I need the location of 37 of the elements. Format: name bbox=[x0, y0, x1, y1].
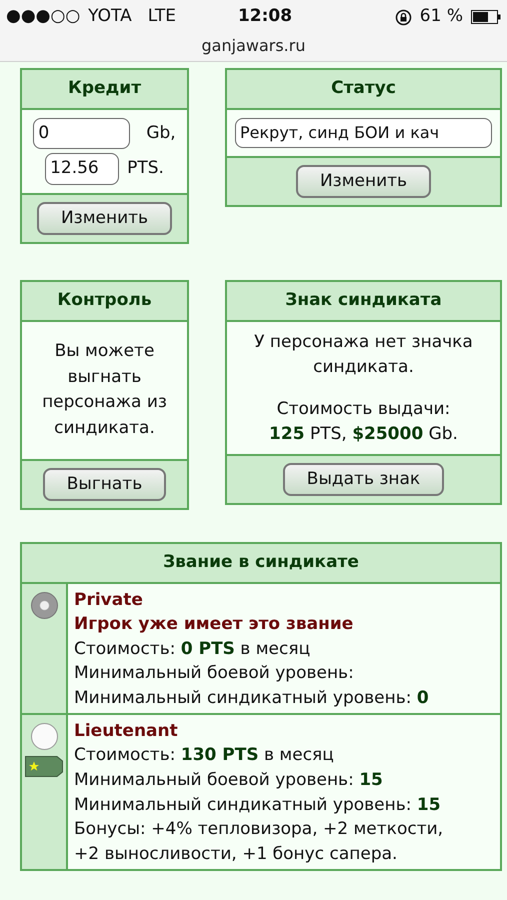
battery-icon bbox=[471, 10, 501, 24]
radio-button[interactable] bbox=[30, 722, 58, 750]
sign-text: У персонажа нет значка синдиката. bbox=[253, 330, 474, 379]
rank-info-text: Минимальный боевой уровень: 15 bbox=[74, 768, 384, 792]
box-title: Знак синдиката bbox=[285, 290, 442, 310]
rank-info-text: Минимальный синдикатный уровень: 15 bbox=[74, 794, 442, 817]
change-button[interactable]: Выдать знак bbox=[282, 462, 444, 496]
rank-name: Private bbox=[74, 588, 144, 612]
rank-note: Игрок уже имеет это звание bbox=[74, 613, 354, 636]
box-title: Статус bbox=[331, 78, 396, 98]
unit-label: Gb, bbox=[146, 122, 176, 144]
change-button[interactable]: Изменить bbox=[296, 164, 432, 198]
url-text: ganjawars.ru bbox=[202, 36, 306, 55]
rank-info-text: Бонусы: +4% тепловизора, +2 меткости, +2 выносливости, +1 бонус сапера. bbox=[74, 818, 444, 866]
unit-label: PTS. bbox=[127, 157, 164, 180]
battery-text: 61 % bbox=[420, 5, 463, 28]
rank-info-text: Стоимость: 130 PTS в месяц bbox=[74, 744, 335, 768]
status-input[interactable]: Рекрут, синд БОИ и кач bbox=[235, 118, 492, 148]
cost-text: 125 PTS, $25000 Gb. bbox=[268, 423, 459, 446]
signal-text: ●●●○○ bbox=[6, 5, 80, 28]
rank-name: Lieutenant bbox=[74, 720, 179, 743]
change-button[interactable]: Изменить bbox=[36, 202, 172, 235]
carrier-text: YOTA bbox=[88, 5, 132, 28]
clock-text: 12:08 bbox=[238, 5, 292, 28]
gb-input[interactable]: 0 bbox=[33, 118, 130, 149]
rank-info-text: Стоимость: 0 PTS в месяц bbox=[74, 638, 312, 661]
change-button[interactable]: Выгнать bbox=[42, 468, 166, 501]
rank-info-text: Минимальный боевой уровень: bbox=[74, 662, 355, 686]
cost-label: Стоимость выдачи: bbox=[276, 398, 452, 420]
rotation-lock-icon bbox=[394, 8, 412, 26]
box-title: Контроль bbox=[57, 290, 152, 310]
control-text: Вы можете выгнать персонажа из синдиката. bbox=[41, 340, 168, 440]
pts-input[interactable]: 12.56 bbox=[45, 153, 120, 184]
network-text: LTE bbox=[148, 5, 176, 28]
box-title: Кредит bbox=[68, 78, 142, 98]
rank-info-text: Минимальный синдикатный уровень: 0 bbox=[74, 687, 429, 710]
box-title: Звание в синдикате bbox=[163, 552, 359, 572]
